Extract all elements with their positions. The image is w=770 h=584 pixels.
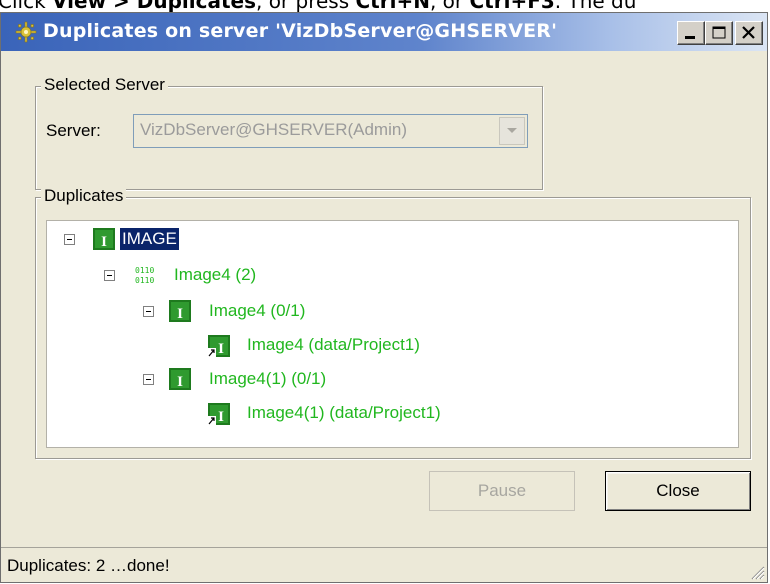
tree-node-image4-1[interactable]: I Image4(1) (0/1) — [47, 367, 387, 391]
minimize-icon — [685, 36, 695, 39]
gear-icon — [15, 21, 37, 43]
image-shortcut-icon: I — [208, 403, 230, 425]
image-type-icon: I — [169, 300, 191, 322]
tree-node-image4-item[interactable]: I Image4 (data/Project1) — [47, 333, 507, 357]
selected-server-group: Selected Server Server: VizDbServer@GHSE… — [35, 75, 543, 190]
tree-node-label: Image4 (2) — [174, 265, 257, 284]
chevron-down-icon[interactable] — [499, 117, 525, 145]
close-window-button[interactable] — [735, 21, 763, 45]
status-text: Duplicates: 2 …done! — [7, 556, 170, 575]
svg-text:0110: 0110 — [135, 276, 154, 285]
title-bar[interactable]: Duplicates on server 'VizDbServer@GHSERV… — [1, 13, 767, 51]
pause-button[interactable]: Pause — [429, 471, 575, 511]
collapse-icon[interactable] — [143, 306, 154, 317]
svg-text:0110: 0110 — [135, 266, 154, 275]
tree-node-image4-1-item[interactable]: I Image4(1) (data/Project1) — [47, 401, 547, 425]
tree-node-label: Image4(1) (0/1) — [209, 369, 327, 388]
svg-text:I: I — [101, 234, 107, 250]
tree-node-label: Image4(1) (data/Project1) — [247, 403, 441, 422]
svg-text:I: I — [218, 409, 224, 425]
close-button[interactable]: Close — [605, 471, 751, 511]
tree-node-label: IMAGE — [120, 228, 179, 250]
collapse-icon[interactable] — [143, 374, 154, 385]
svg-text:I: I — [177, 374, 183, 390]
maximize-button[interactable] — [705, 21, 733, 45]
svg-text:I: I — [218, 341, 224, 357]
tree-node-image4[interactable]: I Image4 (0/1) — [47, 299, 367, 323]
duplicates-dialog: Duplicates on server 'VizDbServer@GHSERV… — [0, 12, 768, 583]
selected-server-legend: Selected Server — [41, 75, 168, 95]
server-select-value: VizDbServer@GHSERVER(Admin) — [140, 120, 407, 139]
image-shortcut-icon: I — [208, 335, 230, 357]
image-type-icon: I — [93, 228, 115, 250]
tree-node-label: Image4 (data/Project1) — [247, 335, 420, 354]
resize-grip-icon[interactable] — [749, 564, 765, 580]
close-icon — [742, 26, 755, 39]
svg-text:I: I — [177, 306, 183, 322]
maximize-icon — [712, 26, 726, 39]
collapse-icon[interactable] — [104, 270, 115, 281]
image-type-icon: I — [169, 368, 191, 390]
tree-node-label: Image4 (0/1) — [209, 301, 306, 320]
duplicates-tree[interactable]: I IMAGE 0110 0110 Image4 (2) I Image4 (0/… — [46, 220, 739, 448]
binary-data-icon: 0110 0110 — [135, 264, 157, 286]
status-bar: Duplicates: 2 …done! — [1, 547, 767, 582]
tree-node-image4-group[interactable]: 0110 0110 Image4 (2) — [47, 263, 347, 287]
minimize-button[interactable] — [677, 21, 705, 45]
collapse-icon[interactable] — [64, 234, 75, 245]
duplicates-legend: Duplicates — [41, 186, 127, 206]
server-select[interactable]: VizDbServer@GHSERVER(Admin) — [133, 114, 528, 148]
tree-node-image[interactable]: I IMAGE — [47, 227, 347, 251]
window-title: Duplicates on server 'VizDbServer@GHSERV… — [43, 20, 558, 42]
server-label: Server: — [46, 121, 101, 140]
